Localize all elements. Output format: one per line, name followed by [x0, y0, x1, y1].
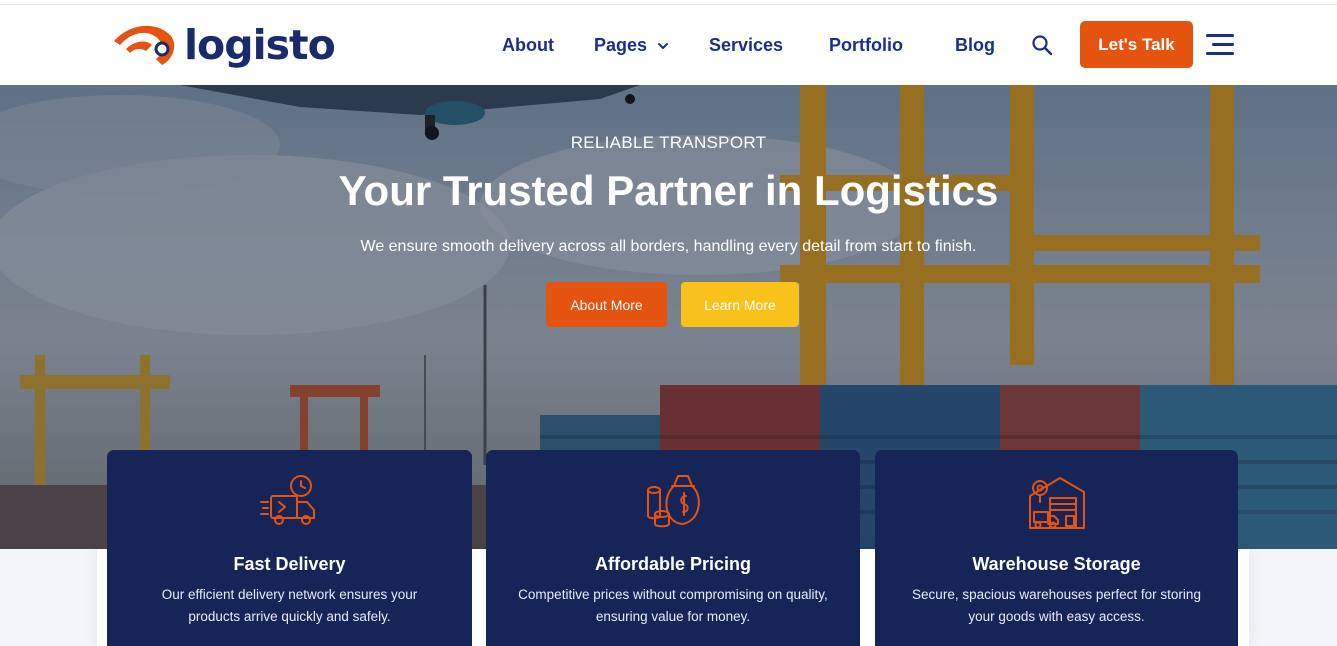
money-bag-icon [647, 475, 700, 528]
brand-name: logisto [184, 20, 336, 69]
nav-portfolio[interactable]: Portfolio [829, 33, 903, 57]
nav-blog[interactable]: Blog [955, 33, 995, 57]
learn-more-button[interactable]: Learn More [681, 282, 799, 327]
chevron-down-icon [658, 43, 669, 50]
about-more-button[interactable]: About More [546, 282, 667, 327]
feature-title: Warehouse Storage [972, 554, 1141, 574]
feature-title: Fast Delivery [233, 554, 346, 574]
hero-title: Your Trusted Partner in Logistics [338, 167, 999, 214]
hero-eyebrow: RELIABLE TRANSPORT [570, 133, 767, 152]
feature-card-fast-delivery[interactable]: Fast Delivery Our efficient delivery net… [107, 450, 472, 646]
feature-description: Our efficient delivery network ensures y… [161, 587, 418, 624]
feature-description: Secure, spacious warehouses perfect for … [912, 587, 1201, 624]
nav-pages[interactable]: Pages [594, 33, 670, 57]
feature-card-affordable-pricing[interactable]: Affordable Pricing Competitive prices wi… [486, 450, 860, 646]
search-icon[interactable] [1031, 34, 1053, 56]
feature-card-warehouse-storage[interactable]: Warehouse Storage Secure, spacious wareh… [875, 450, 1238, 646]
nav-services[interactable]: Services [709, 33, 783, 57]
delivery-truck-icon [259, 475, 315, 525]
feature-title: Affordable Pricing [594, 554, 751, 574]
lets-talk-button[interactable]: Let's Talk [1080, 21, 1193, 68]
nav-pages-label: Pages [594, 35, 648, 55]
hero-subtitle: We ensure smooth delivery across all bor… [360, 238, 977, 255]
logo-mark-icon [114, 25, 175, 65]
warehouse-icon [1028, 477, 1085, 529]
site-header: logisto About Pages Services Portfolio B… [0, 5, 1337, 85]
hamburger-menu-icon[interactable] [1206, 34, 1234, 56]
brand-logo[interactable]: logisto [112, 19, 336, 71]
nav-about[interactable]: About [502, 33, 554, 57]
feature-description: Competitive prices without compromising … [518, 587, 828, 624]
